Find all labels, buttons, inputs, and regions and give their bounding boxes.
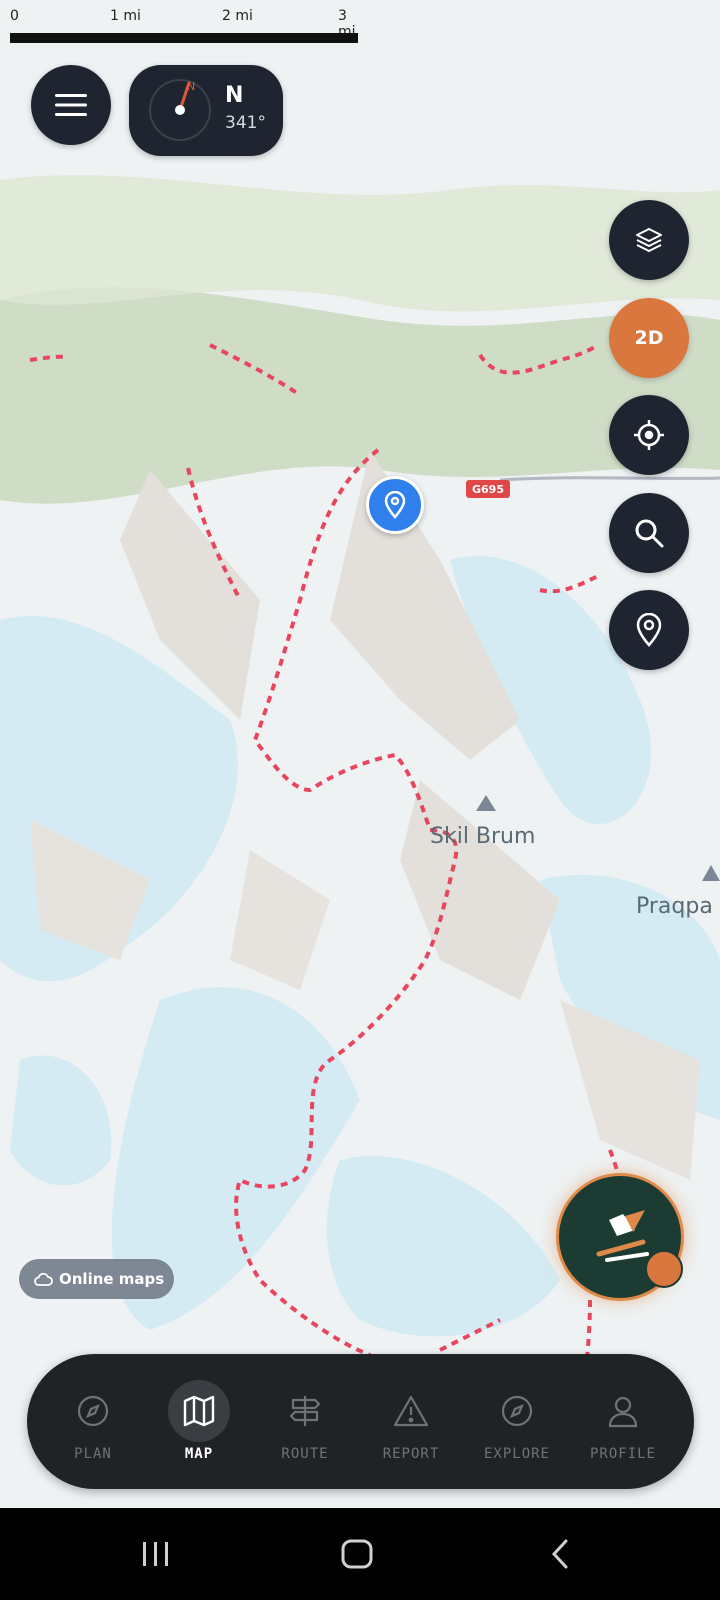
peak-label-skil-brum[interactable]: Skil Brum [430,824,535,849]
nav-explore-icon-wrap [486,1380,548,1442]
svg-text:N: N [187,80,195,93]
nav-map[interactable]: MAP [147,1354,251,1489]
view-mode-2d-button[interactable]: 2D [609,298,689,378]
compass-button[interactable]: N N 341° [129,65,283,156]
explore-compass-icon [501,1395,533,1427]
nav-map-label: MAP [184,1446,214,1462]
back-icon[interactable] [548,1538,572,1570]
nav-profile-label: PROFILE [589,1446,656,1462]
nav-map-icon-wrap [168,1380,230,1442]
compass-dial-icon: N [149,79,211,141]
add-pin-button[interactable] [609,590,689,670]
map-pin-icon [636,613,662,647]
compass-direction: N [225,83,244,108]
signal-badge-icon [645,1250,683,1288]
peak-label-praqpa[interactable]: Praqpa [636,894,713,919]
warning-icon [393,1395,429,1427]
nav-report[interactable]: REPORT [359,1354,463,1489]
location-pin-marker[interactable] [366,476,424,534]
home-icon[interactable] [340,1538,374,1570]
recent-apps-icon[interactable] [140,1539,172,1569]
nav-route-icon-wrap [274,1380,336,1442]
search-icon [635,519,664,548]
nav-explore[interactable]: EXPLORE [465,1354,569,1489]
menu-button[interactable] [31,65,111,145]
cloud-icon [34,1272,53,1286]
nav-plan-label: PLAN [74,1446,112,1462]
bottom-nav: PLAN MAP ROUTE REPORT EXPLORE PROFILE [27,1354,694,1489]
layers-button[interactable] [609,200,689,280]
scale-label-2: 2 mi [222,8,253,24]
nav-route-label: ROUTE [281,1446,329,1462]
scale-label-0: 0 [10,8,19,24]
map-icon [183,1395,215,1427]
pin-icon [384,491,406,519]
compass-icon [77,1395,109,1427]
compass-degrees: 341° [225,113,266,133]
nav-report-icon-wrap [380,1380,442,1442]
nav-plan[interactable]: PLAN [41,1354,145,1489]
nav-plan-icon-wrap [62,1380,124,1442]
nav-explore-label: EXPLORE [483,1446,550,1462]
road-badge: G695 [466,480,510,498]
nav-profile-icon-wrap [592,1380,654,1442]
scale-bar: 0 1 mi 2 mi 3 mi [0,0,362,46]
crosshair-icon [634,420,664,450]
scale-line [10,33,358,43]
record-activity-button[interactable] [556,1173,684,1301]
hamburger-icon [55,94,87,116]
nav-report-label: REPORT [382,1446,440,1462]
nav-route[interactable]: ROUTE [253,1354,357,1489]
online-maps-label: Online maps [59,1270,165,1288]
layers-icon [636,228,662,252]
locate-button[interactable] [609,395,689,475]
scale-label-1: 1 mi [110,8,141,24]
system-nav-bar [0,1508,720,1600]
online-maps-chip[interactable]: Online maps [19,1259,174,1299]
profile-icon [608,1396,638,1428]
signpost-icon [289,1396,321,1426]
nav-profile[interactable]: PROFILE [571,1354,675,1489]
search-button[interactable] [609,493,689,573]
